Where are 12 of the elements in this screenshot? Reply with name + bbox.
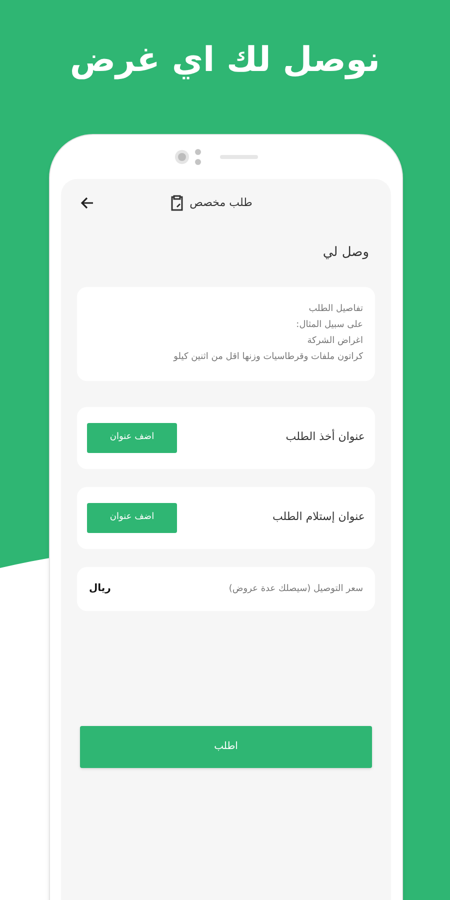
address-label: عنوان إستلام الطلب — [272, 509, 365, 526]
currency-label: ريال — [89, 582, 111, 596]
section-title: وصل لي — [322, 244, 370, 262]
camera-icon — [174, 147, 202, 167]
add-address-button[interactable]: اضف عنوان — [87, 422, 177, 452]
address-label: عنوان أخذ الطلب — [286, 429, 365, 446]
details-field[interactable]: تفاصيل الطلب على سبيل المثال: اغراض الشركة كراتون ملفات وقرطاسيات وزنها اقل من اثنين كيلو — [77, 286, 375, 380]
headline: نوصل لك اي غرض — [70, 39, 380, 82]
clipboard-icon — [170, 195, 184, 211]
submit-button[interactable]: اطلب — [80, 726, 372, 768]
screen-title: طلب مخصص — [190, 194, 252, 211]
add-address-button[interactable]: اضف عنوان — [87, 502, 177, 532]
